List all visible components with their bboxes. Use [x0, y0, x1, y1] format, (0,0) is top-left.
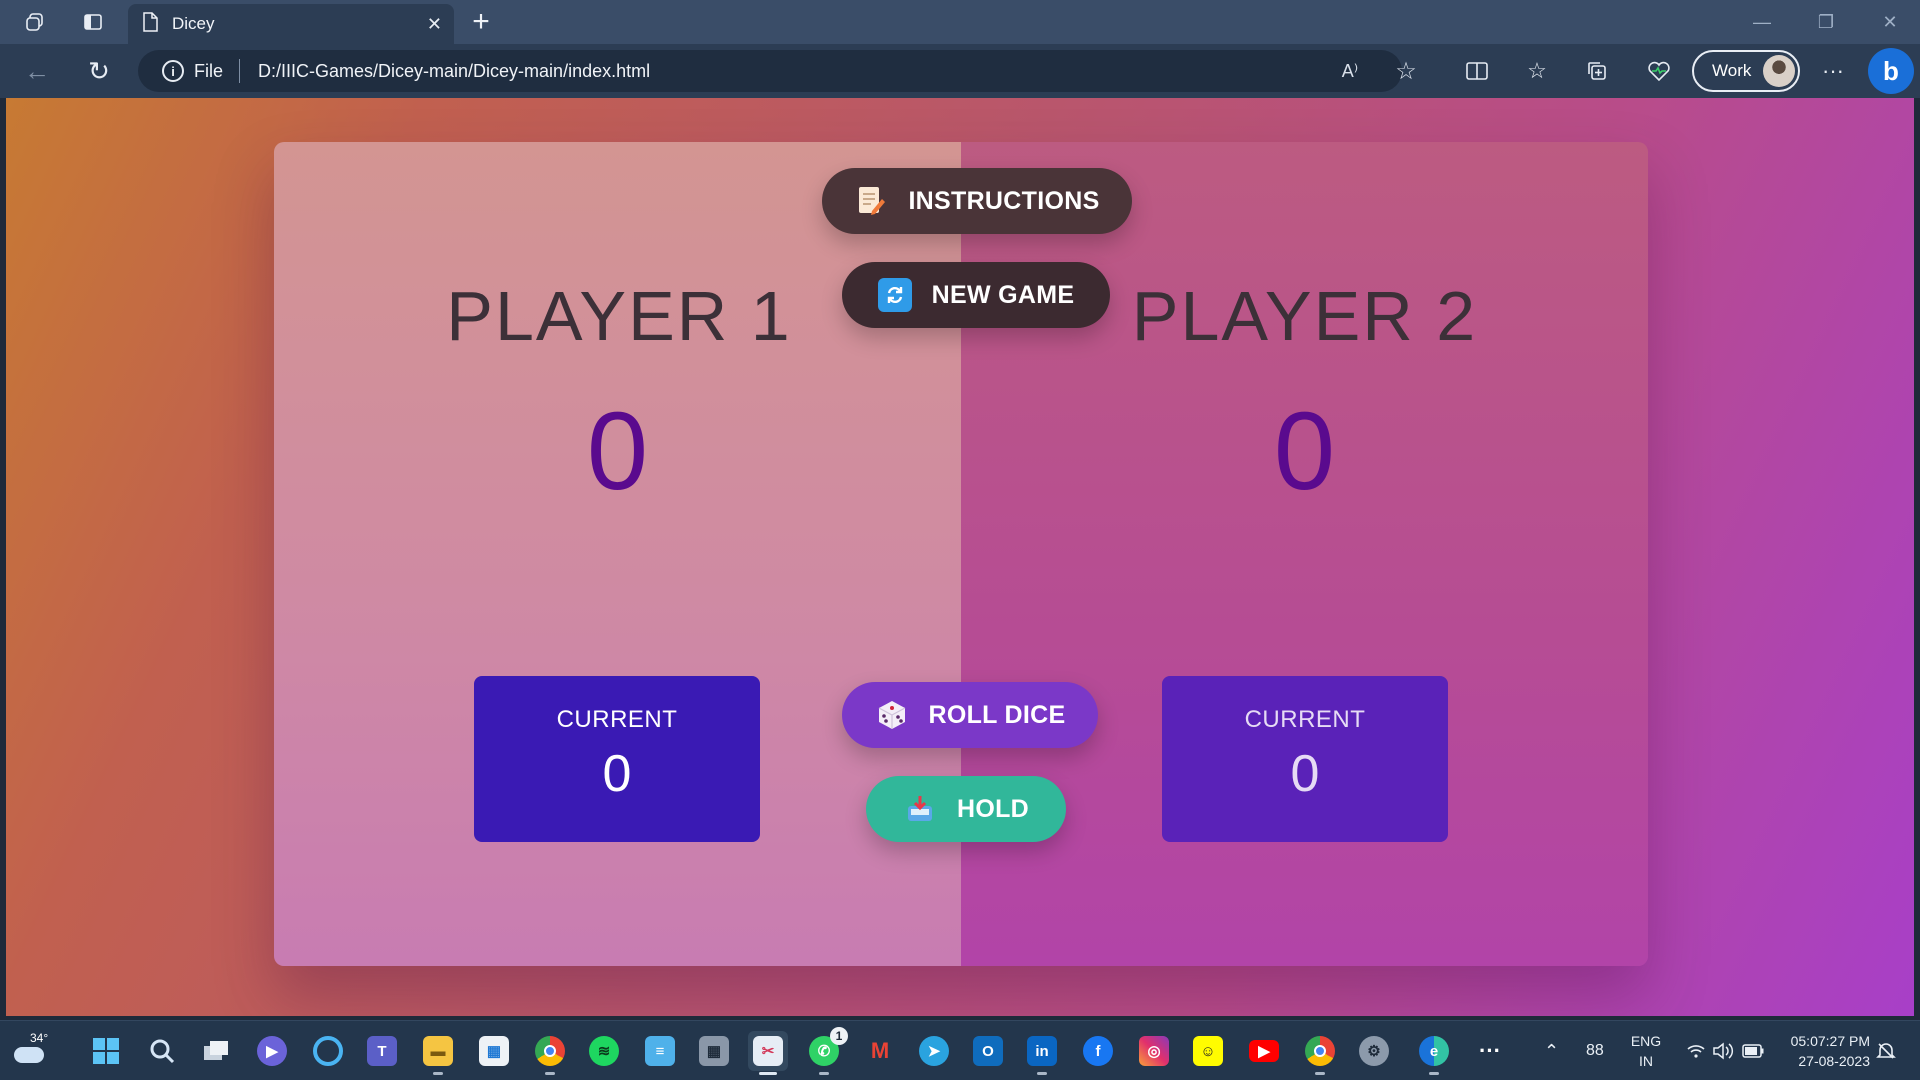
url-text[interactable]: D:/IIIC-Games/Dicey-main/Dicey-main/inde… [258, 61, 650, 82]
system-clock[interactable]: 05:07:27 PM 27-08-2023 [1770, 1031, 1870, 1071]
edge-icon[interactable]: e [1414, 1031, 1454, 1075]
refresh-arrows-icon [877, 278, 912, 312]
workspaces-icon[interactable] [18, 6, 52, 38]
page-icon [142, 11, 158, 37]
instructions-button[interactable]: INSTRUCTIONS [822, 168, 1132, 234]
new-game-button[interactable]: NEW GAME [842, 262, 1110, 328]
back-arrow-icon[interactable]: ← [18, 52, 56, 90]
avatar [1763, 55, 1795, 87]
settings-gear-icon[interactable]: ⚙ [1354, 1031, 1394, 1071]
whatsapp-badge: 1 [830, 1027, 848, 1045]
hold-label: HOLD [956, 794, 1030, 823]
more-options-icon[interactable]: ··· [1814, 52, 1852, 90]
chrome-profile-icon[interactable] [1300, 1031, 1340, 1075]
gmail-icon[interactable]: M [860, 1031, 900, 1071]
player-2-current-box: CURRENT 0 [1162, 676, 1448, 842]
language-indicator[interactable]: ENG IN [1628, 1031, 1664, 1071]
file-explorer-icon[interactable]: ▬ [418, 1031, 458, 1075]
taskbar-overflow-icon[interactable]: ··· [1470, 1031, 1510, 1071]
cloud-icon [14, 1047, 44, 1063]
start-button[interactable] [86, 1031, 126, 1071]
read-aloud-icon[interactable]: A⁾ [1334, 55, 1366, 87]
instagram-icon[interactable]: ◎ [1134, 1031, 1174, 1071]
youtube-icon[interactable]: ▶ [1244, 1031, 1284, 1071]
refresh-icon[interactable]: ↻ [80, 52, 118, 90]
meet-now-icon[interactable]: ▶ [252, 1031, 292, 1071]
clock-date: 27-08-2023 [1798, 1053, 1870, 1069]
microsoft-store-icon[interactable]: ▦ [474, 1031, 514, 1071]
profile-label: Work [1712, 61, 1752, 80]
notifications-icon[interactable] [1876, 1021, 1896, 1080]
vertical-tabs-icon[interactable] [76, 6, 110, 38]
calculator-icon[interactable]: ▦ [694, 1031, 734, 1071]
instructions-label: INSTRUCTIONS [908, 186, 1100, 215]
outlook-icon[interactable]: O [968, 1031, 1008, 1071]
language-top: ENG [1630, 1033, 1662, 1049]
browser-tab-dicey[interactable]: Dicey ✕ [128, 4, 454, 44]
close-window-button[interactable]: ✕ [1860, 0, 1920, 44]
memo-icon [854, 184, 888, 218]
player-1-current-score: 0 [602, 745, 632, 803]
collections-icon[interactable] [1578, 52, 1616, 90]
weather-widget[interactable]: 34° [10, 1031, 54, 1071]
snipping-tool-icon[interactable]: ✂ [748, 1031, 788, 1075]
new-tab-button[interactable]: + [464, 5, 498, 38]
player-1-current-box: CURRENT 0 [474, 676, 760, 842]
roll-dice-label: ROLL DICE [928, 700, 1066, 729]
minimize-button[interactable]: — [1732, 0, 1792, 44]
spotify-icon[interactable]: ≋ [584, 1031, 624, 1071]
browser-tab-strip: Dicey ✕ + — ❐ ✕ [0, 0, 1920, 44]
roll-dice-button[interactable]: ROLL DICE [842, 682, 1098, 748]
profile-button[interactable]: Work [1692, 50, 1800, 92]
page-viewport: PLAYER 1 0 CURRENT 0 PLAYER 2 0 CURRENT … [6, 98, 1914, 1016]
address-separator [239, 59, 241, 83]
snapchat-icon[interactable]: ☺ [1188, 1031, 1228, 1071]
clock-time: 05:07:27 PM [1790, 1033, 1870, 1049]
language-bottom: IN [1639, 1053, 1653, 1069]
show-hidden-icons-chevron-icon[interactable]: ⌃ [1544, 1021, 1559, 1080]
linkedin-icon[interactable]: in [1022, 1031, 1062, 1075]
favorites-icon[interactable]: ☆ [1518, 52, 1556, 90]
browser-toolbar: ← ↻ i File D:/IIIC-Games/Dicey-main/Dice… [0, 44, 1920, 98]
notepad-icon[interactable]: ≡ [640, 1031, 680, 1071]
facebook-icon[interactable]: f [1078, 1031, 1118, 1071]
tab-title: Dicey [172, 14, 215, 33]
hold-button[interactable]: HOLD [866, 776, 1066, 842]
player-2-score: 0 [1273, 390, 1336, 513]
inbox-tray-icon [903, 792, 937, 826]
split-screen-icon[interactable] [1458, 52, 1496, 90]
volume-icon[interactable] [1712, 1021, 1734, 1080]
player-2-current-score: 0 [1290, 745, 1320, 803]
wifi-icon[interactable] [1686, 1021, 1706, 1080]
windows-taskbar: 34° ▶ T ▬ ▦ ≋ ≡ ▦ ✂ ✆ 1 M ➤ O in f ◎ ☺ ▶ … [0, 1020, 1920, 1080]
tray-number[interactable]: 88 [1586, 1021, 1604, 1080]
address-prefix: File [194, 60, 224, 81]
battery-icon[interactable] [1742, 1021, 1764, 1080]
close-tab-icon[interactable]: ✕ [427, 14, 442, 35]
search-icon[interactable] [142, 1031, 182, 1071]
whatsapp-icon[interactable]: ✆ 1 [804, 1027, 848, 1075]
weather-temperature: 34° [30, 1031, 49, 1045]
task-view-icon[interactable] [196, 1031, 236, 1071]
favorite-star-icon[interactable]: ☆ [1390, 55, 1422, 87]
bing-copilot-icon[interactable]: b [1868, 48, 1914, 94]
telegram-icon[interactable]: ➤ [914, 1031, 954, 1071]
game-board: PLAYER 1 0 CURRENT 0 PLAYER 2 0 CURRENT … [274, 142, 1648, 966]
player-1-score: 0 [586, 390, 649, 513]
new-game-label: NEW GAME [931, 280, 1075, 309]
player-1-current-label: CURRENT [556, 706, 678, 733]
dice-icon [875, 698, 909, 732]
restore-button[interactable]: ❐ [1796, 0, 1856, 44]
info-icon[interactable]: i [162, 60, 184, 82]
cortana-icon[interactable] [308, 1031, 348, 1071]
player-2-current-label: CURRENT [1244, 706, 1366, 733]
chrome-icon[interactable] [530, 1031, 570, 1075]
browser-essentials-icon[interactable] [1640, 52, 1678, 90]
address-bar[interactable]: i File D:/IIIC-Games/Dicey-main/Dicey-ma… [138, 50, 1402, 92]
teams-icon[interactable]: T [362, 1031, 402, 1071]
